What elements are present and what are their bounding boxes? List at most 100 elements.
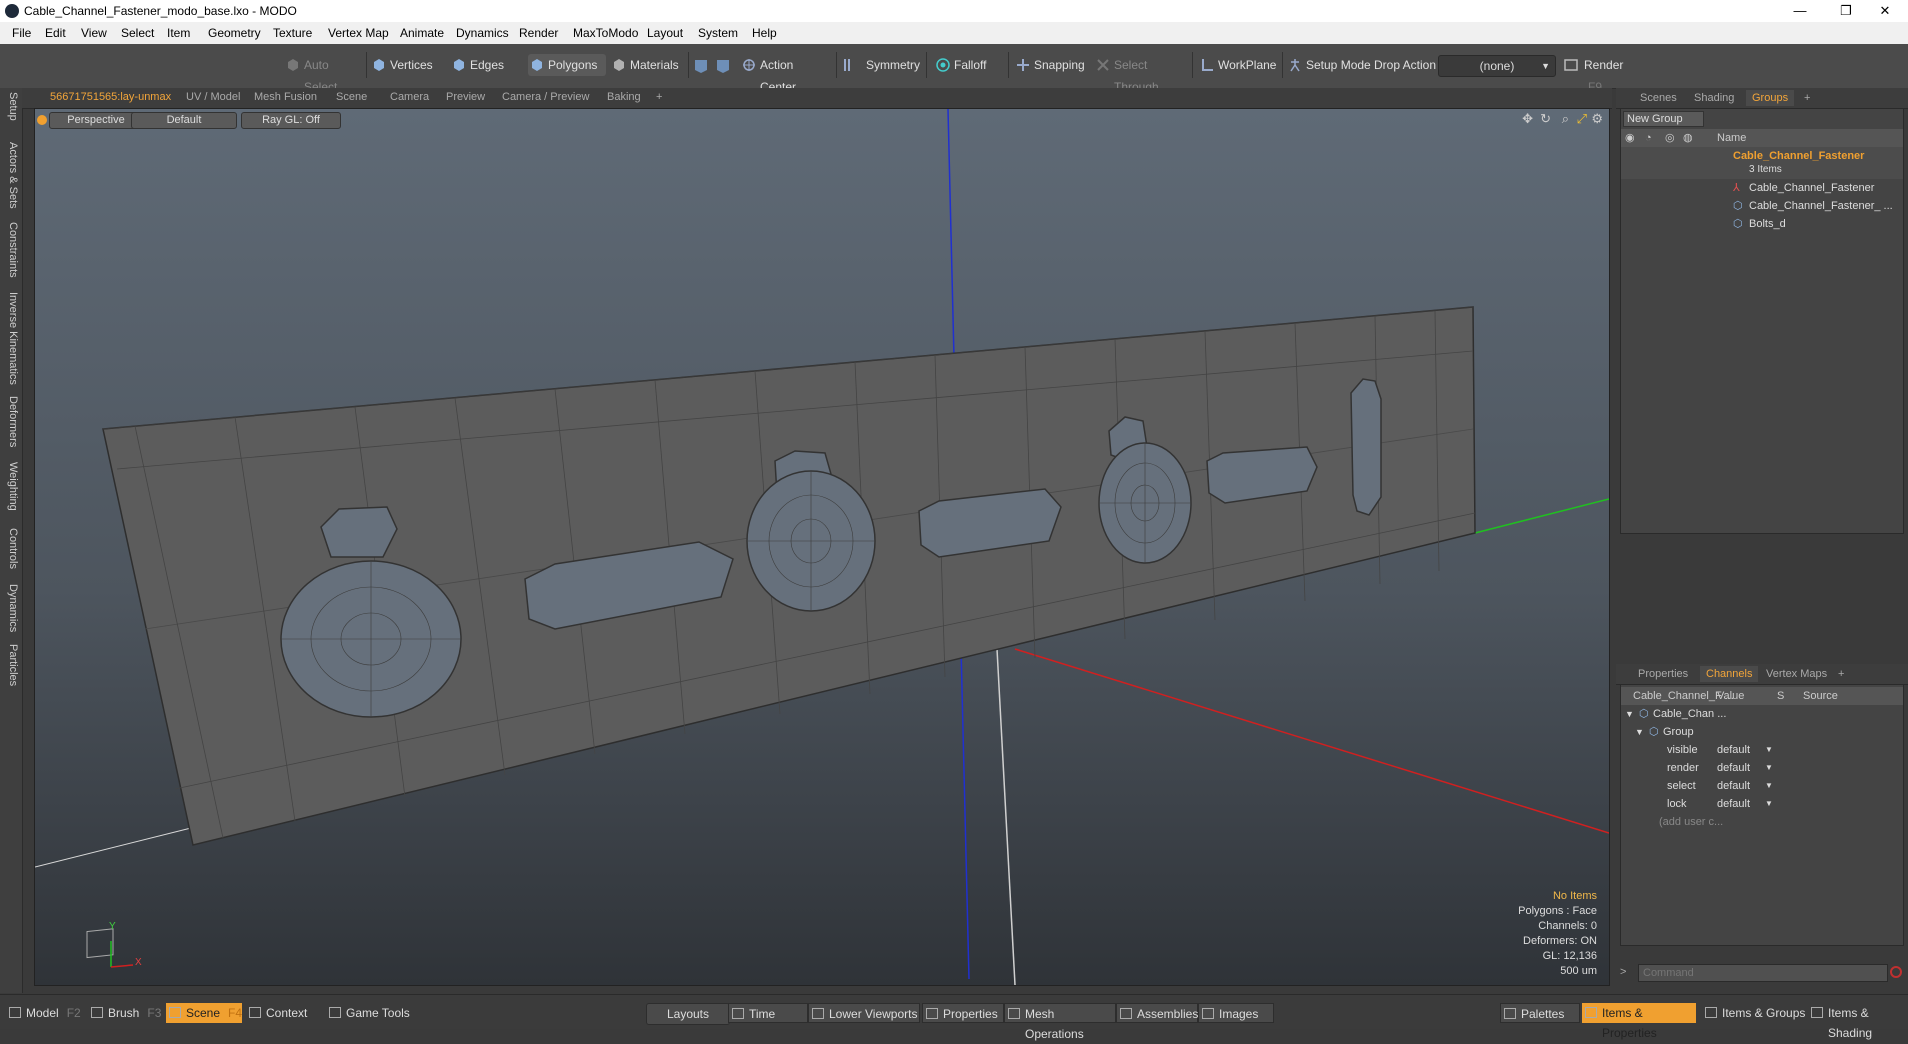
mesh-operations-button[interactable]: Mesh Operations: [1004, 1003, 1116, 1041]
render-toggle-icon[interactable]: ◔: [1645, 129, 1652, 147]
group-child-row[interactable]: ⅄ Cable_Channel_Fastener: [1621, 179, 1903, 197]
brush-layout-button[interactable]: Brush F3: [88, 1003, 166, 1023]
vtab-particles[interactable]: Particles: [3, 644, 19, 686]
setup-mode-button[interactable]: Setup Mode: [1286, 54, 1372, 76]
tab-baking[interactable]: Baking: [607, 91, 641, 103]
workplane-button[interactable]: WorkPlane: [1198, 54, 1280, 76]
record-icon[interactable]: [1890, 966, 1902, 978]
close-button[interactable]: ✕: [1862, 0, 1908, 22]
images-button[interactable]: Images: [1198, 1003, 1274, 1023]
channel-row[interactable]: lock default ▼: [1621, 795, 1903, 813]
menu-geometry[interactable]: Geometry: [208, 26, 261, 40]
tab-mesh-fusion[interactable]: Mesh Fusion: [254, 91, 317, 103]
3d-viewport[interactable]: Y X Perspective Default Ray GL: Off ✥ ↻ …: [34, 108, 1610, 986]
vtab-controls[interactable]: Controls: [3, 528, 19, 569]
add-tab-button[interactable]: +: [656, 91, 662, 103]
channel-item-row[interactable]: ▼ ⬡ Cable_Chan ...: [1621, 705, 1903, 723]
viewport-settings-icon[interactable]: ⚙: [1591, 111, 1603, 127]
auto-select-button[interactable]: Auto Select: [284, 54, 364, 94]
fit-icon[interactable]: ⤢: [1577, 111, 1587, 127]
pan-icon[interactable]: ✥: [1522, 111, 1533, 127]
eye-icon[interactable]: ◉: [1625, 129, 1635, 147]
menu-file[interactable]: File: [12, 26, 31, 40]
add-user-channel-row[interactable]: (add user c...: [1621, 813, 1903, 831]
game-tools-layout-button[interactable]: Game Tools: [326, 1003, 426, 1023]
channel-group-row[interactable]: ▼ ⬡ Group: [1621, 723, 1903, 741]
model-layout-button[interactable]: Model F2: [6, 1003, 88, 1023]
action-center-button[interactable]: Action Center: [740, 54, 830, 94]
tab-preview[interactable]: Preview: [446, 91, 485, 103]
tab-channels[interactable]: Channels: [1700, 666, 1759, 682]
minimize-button[interactable]: —: [1777, 0, 1823, 22]
menu-vertex-map[interactable]: Vertex Map: [328, 26, 389, 40]
symmetry-button[interactable]: Symmetry: [840, 54, 920, 76]
tab-scenes[interactable]: Scenes: [1640, 92, 1677, 104]
vertices-button[interactable]: Vertices: [370, 54, 444, 76]
menu-layout[interactable]: Layout: [647, 26, 683, 40]
palettes-button[interactable]: Palettes: [1500, 1003, 1580, 1023]
polygons-button[interactable]: Polygons: [528, 54, 606, 76]
channel-value-dropdown[interactable]: default: [1717, 759, 1750, 777]
tab-camera-preview[interactable]: Camera / Preview: [502, 91, 589, 103]
chevron-down-icon[interactable]: ▼: [1635, 723, 1644, 741]
vtab-actors-sets[interactable]: Actors & Sets: [3, 142, 19, 209]
chevron-down-icon[interactable]: ▼: [1625, 705, 1634, 723]
lock-toggle-icon[interactable]: ◍: [1683, 129, 1693, 147]
time-button[interactable]: Time: [728, 1003, 808, 1023]
menu-maxtomodo[interactable]: MaxToModo: [573, 26, 638, 40]
vtab-weighting[interactable]: Weighting: [3, 462, 19, 511]
command-input[interactable]: [1638, 964, 1888, 982]
menu-texture[interactable]: Texture: [273, 26, 312, 40]
channel-row[interactable]: visible default ▼: [1621, 741, 1903, 759]
select-through-button[interactable]: Select Through: [1094, 54, 1190, 94]
add-panel-tab-button[interactable]: +: [1804, 92, 1810, 104]
materials-button[interactable]: Materials: [610, 54, 686, 76]
falloff-button[interactable]: Falloff: [934, 54, 1006, 76]
new-group-button[interactable]: New Group: [1623, 111, 1704, 127]
vtab-inverse-kinematics[interactable]: Inverse Kinematics: [3, 292, 19, 385]
select-toggle-icon[interactable]: ◎: [1665, 129, 1675, 147]
channel-value-dropdown[interactable]: default: [1717, 777, 1750, 795]
zoom-icon[interactable]: ⌕: [1562, 111, 1569, 127]
assemblies-button[interactable]: Assemblies: [1116, 1003, 1198, 1023]
tab-uv-model[interactable]: UV / Model: [186, 91, 240, 103]
channel-value-dropdown[interactable]: default: [1717, 741, 1750, 759]
vtab-deformers[interactable]: Deformers: [3, 396, 19, 447]
chevron-down-icon[interactable]: ▼: [1765, 777, 1773, 795]
select-mode-icon[interactable]: [693, 58, 709, 74]
items-groups-button[interactable]: Items & Groups: [1702, 1003, 1808, 1023]
group-child-row[interactable]: ⬡ Bolts_d: [1621, 215, 1903, 233]
chevron-down-icon[interactable]: ▼: [1765, 759, 1773, 777]
chevron-down-icon[interactable]: ▼: [1765, 741, 1773, 759]
tab-vertex-maps[interactable]: Vertex Maps: [1766, 668, 1827, 680]
tab-shading[interactable]: Shading: [1694, 92, 1734, 104]
menu-item[interactable]: Item: [167, 26, 190, 40]
properties-button[interactable]: Properties: [922, 1003, 1004, 1023]
channel-row[interactable]: render default ▼: [1621, 759, 1903, 777]
context-layout-button[interactable]: Context: [246, 1003, 326, 1023]
render-button[interactable]: Render F9: [1562, 54, 1642, 94]
layouts-button[interactable]: Layouts: [646, 1003, 730, 1025]
tab-camera[interactable]: Camera: [390, 91, 429, 103]
items-properties-button[interactable]: Items & Properties: [1582, 1003, 1696, 1040]
menu-dynamics[interactable]: Dynamics: [456, 26, 509, 40]
vtab-setup[interactable]: Setup: [3, 92, 19, 121]
menu-help[interactable]: Help: [752, 26, 777, 40]
channel-row[interactable]: select default ▼: [1621, 777, 1903, 795]
menu-edit[interactable]: Edit: [45, 26, 66, 40]
menu-animate[interactable]: Animate: [400, 26, 444, 40]
view-type-dropdown[interactable]: Perspective: [49, 112, 143, 129]
tab-properties[interactable]: Properties: [1638, 668, 1688, 680]
group-child-row[interactable]: ⬡ Cable_Channel_Fastener_ ...: [1621, 197, 1903, 215]
snapping-button[interactable]: Snapping: [1014, 54, 1094, 76]
group-row[interactable]: Cable_Channel_Fastener 3 Items: [1621, 147, 1903, 179]
items-shading-button[interactable]: Items & Shading: [1808, 1003, 1908, 1040]
shading-dropdown[interactable]: Default: [131, 112, 237, 129]
chevron-down-icon[interactable]: ▼: [1765, 795, 1773, 813]
scene-layout-button[interactable]: Scene F4: [166, 1003, 242, 1023]
rotate-icon[interactable]: ↻: [1540, 111, 1551, 127]
vtab-dynamics[interactable]: Dynamics: [3, 584, 19, 632]
raygl-dropdown[interactable]: Ray GL: Off: [241, 112, 341, 129]
channel-value-dropdown[interactable]: default: [1717, 795, 1750, 813]
tab-scene[interactable]: Scene: [336, 91, 367, 103]
